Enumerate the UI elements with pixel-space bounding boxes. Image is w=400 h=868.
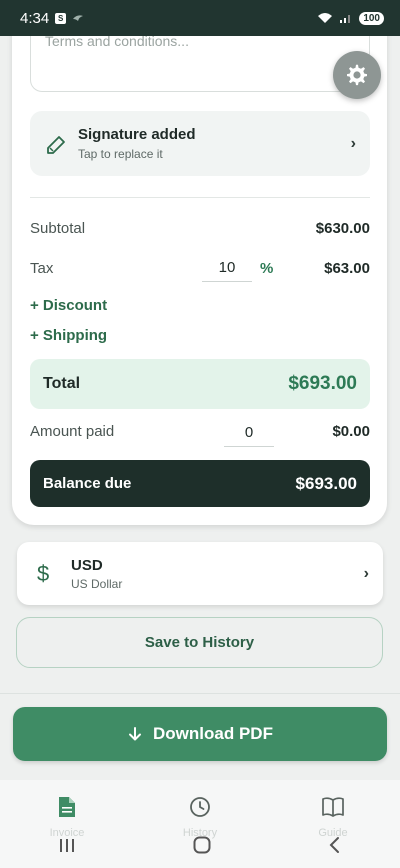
total-label: Total xyxy=(43,375,81,392)
home-icon[interactable] xyxy=(192,835,212,855)
signature-title: Signature added xyxy=(78,126,196,143)
status-bar: 4:34 S 100 xyxy=(0,0,400,36)
clock-icon xyxy=(190,797,210,817)
add-shipping-link[interactable]: + Shipping xyxy=(30,327,107,344)
download-arrow-icon xyxy=(129,727,142,741)
gear-icon xyxy=(347,64,367,86)
back-icon[interactable] xyxy=(328,836,342,854)
total-box: Total $693.00 xyxy=(30,359,370,409)
status-time: 4:34 xyxy=(20,9,50,27)
currency-texts: USD US Dollar xyxy=(71,557,364,591)
tax-value: $63.00 xyxy=(324,260,370,277)
document-icon xyxy=(59,797,75,817)
wifi-icon xyxy=(318,13,333,23)
balance-due-box: Balance due $693.00 xyxy=(30,460,370,507)
settings-button[interactable] xyxy=(333,51,381,99)
divider xyxy=(30,197,370,198)
signal-icon xyxy=(340,15,351,23)
book-icon xyxy=(322,797,344,817)
signature-subtitle: Tap to replace it xyxy=(78,147,163,161)
signature-texts: Signature added Tap to replace it xyxy=(78,126,351,161)
subtotal-label: Subtotal xyxy=(30,220,86,237)
signature-row[interactable]: Signature added Tap to replace it › xyxy=(30,111,370,176)
add-discount-link[interactable]: + Discount xyxy=(30,297,107,314)
status-right: 100 xyxy=(317,11,384,25)
status-left: 4:34 S xyxy=(20,10,84,27)
amount-paid-input[interactable]: 0 xyxy=(224,419,274,447)
notification-bird-icon xyxy=(73,15,84,21)
pen-icon xyxy=(44,131,70,157)
tax-rate-input[interactable]: 10 xyxy=(202,254,252,282)
save-to-history-button[interactable]: Save to History xyxy=(16,617,383,668)
amount-paid-value: $0.00 xyxy=(332,423,370,440)
balance-due-label: Balance due xyxy=(43,475,132,492)
recent-apps-icon[interactable] xyxy=(58,837,76,853)
divider xyxy=(0,693,400,694)
tax-label: Tax xyxy=(30,260,54,277)
battery-indicator: 100 xyxy=(359,11,384,25)
notification-app-icon: S xyxy=(55,12,67,24)
download-pdf-label: Download PDF xyxy=(153,724,273,743)
system-navigation-bar xyxy=(0,832,400,858)
currency-code: USD xyxy=(71,556,103,574)
download-pdf-button[interactable]: Download PDF xyxy=(13,707,387,761)
total-value: $693.00 xyxy=(288,373,357,394)
amount-paid-label: Amount paid xyxy=(30,423,115,440)
balance-due-value: $693.00 xyxy=(295,473,357,493)
currency-selector[interactable]: $ USD US Dollar › xyxy=(17,542,383,605)
tax-percent-sign: % xyxy=(260,260,274,277)
chevron-right-icon: › xyxy=(363,564,369,582)
currency-name: US Dollar xyxy=(71,576,123,591)
subtotal-value: $630.00 xyxy=(315,220,370,237)
chevron-right-icon: › xyxy=(350,134,356,152)
invoice-summary-card: Terms and conditions... Signature added … xyxy=(12,20,387,525)
dollar-icon: $ xyxy=(37,560,50,586)
